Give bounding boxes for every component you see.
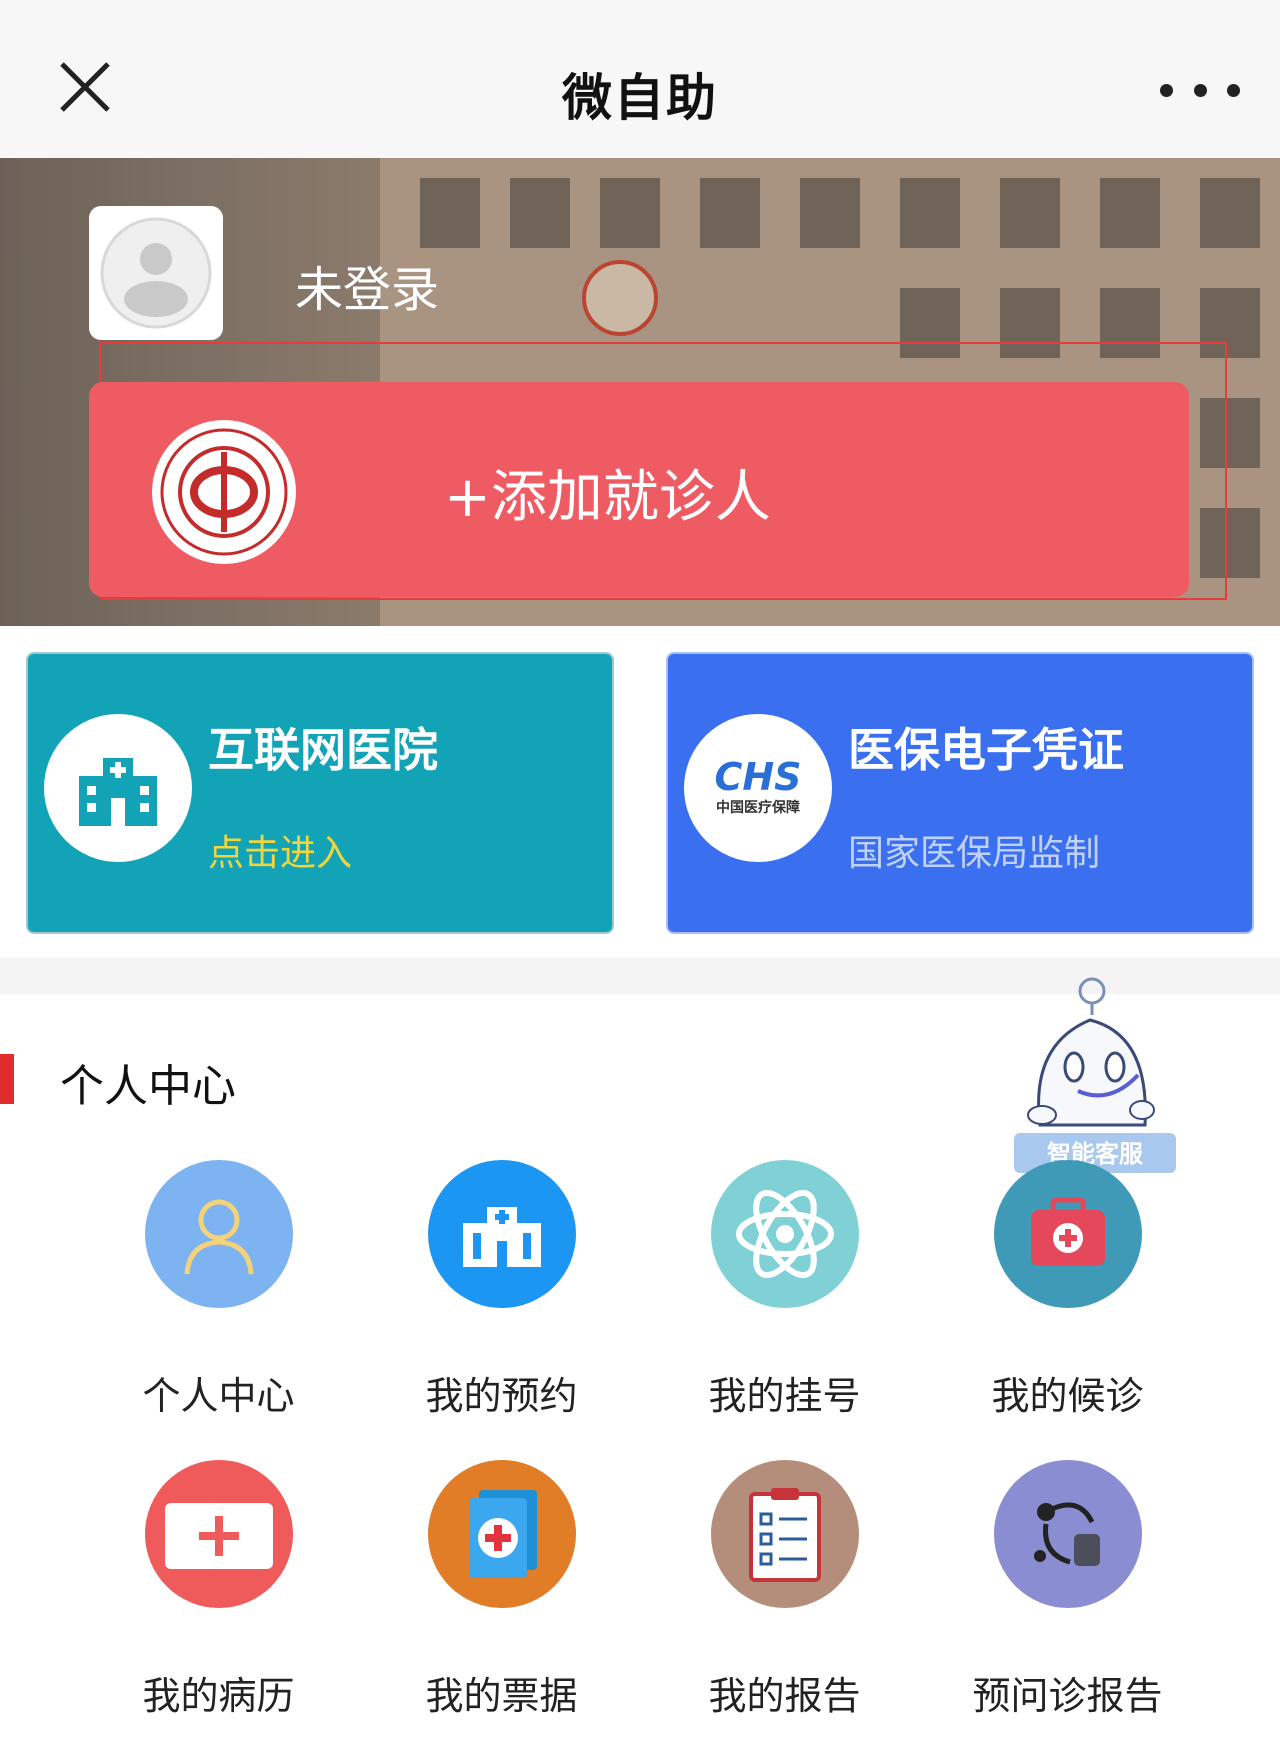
chatbot-mascot-icon: 智能客服 — [1014, 977, 1176, 1173]
medical-insurance-subtitle: 国家医保局监制 — [848, 833, 1101, 874]
grid-item-label: 我的报告 — [708, 1674, 861, 1718]
clipboard-icon — [711, 1460, 859, 1608]
chs-logo-icon: CHS 中国医疗保障 — [684, 714, 832, 862]
hospital-building-icon — [428, 1160, 576, 1308]
grid-item-my-receipts[interactable]: 我的票据 — [360, 1460, 643, 1750]
grid-item-my-reports[interactable]: 我的报告 — [643, 1460, 926, 1750]
more-options-icon[interactable] — [1160, 70, 1240, 110]
grid-item-label: 我的预约 — [425, 1374, 578, 1418]
first-aid-kit-icon — [994, 1160, 1142, 1308]
svg-text:CHS: CHS — [714, 755, 801, 799]
person-icon — [145, 1160, 293, 1308]
internet-hospital-title: 互联网医院 — [208, 723, 438, 777]
grid-item-label: 我的候诊 — [991, 1374, 1144, 1418]
stethoscope-icon — [994, 1460, 1142, 1608]
add-patient-label: +添加就诊人 — [444, 465, 771, 530]
grid-item-my-appointments[interactable]: 我的预约 — [360, 1160, 643, 1450]
section-marker — [0, 1054, 14, 1104]
grid-item-label: 个人中心 — [142, 1374, 295, 1418]
grid-item-my-registration[interactable]: 我的挂号 — [643, 1160, 926, 1450]
smart-customer-service-button[interactable]: 智能客服 — [1010, 975, 1180, 1180]
grid-item-label: 我的票据 — [425, 1674, 578, 1718]
page-title: 微自助 — [562, 69, 718, 127]
grid-item-personal-center[interactable]: 个人中心 — [77, 1160, 360, 1450]
medical-insurance-title: 医保电子凭证 — [848, 723, 1124, 777]
internet-hospital-subtitle: 点击进入 — [208, 833, 353, 874]
avatar[interactable] — [89, 206, 223, 340]
grid-item-label: 预问诊报告 — [972, 1674, 1163, 1718]
medical-card-icon — [145, 1460, 293, 1608]
top-bar: 微自助 — [0, 0, 1280, 159]
medical-insurance-card[interactable]: CHS 中国医疗保障 医保电子凭证 国家医保局监制 — [666, 652, 1254, 934]
hospital-logo-icon — [152, 420, 296, 564]
default-avatar-icon — [100, 217, 212, 329]
internet-hospital-card[interactable]: 互联网医院 点击进入 — [26, 652, 614, 934]
grid-item-label: 我的挂号 — [708, 1374, 861, 1418]
svg-text:中国医疗保障: 中国医疗保障 — [716, 799, 800, 816]
section-title: 个人中心 — [60, 1061, 236, 1112]
grid-item-pre-consultation-report[interactable]: 预问诊报告 — [926, 1460, 1209, 1750]
medical-book-icon — [428, 1460, 576, 1608]
hospital-icon — [44, 714, 192, 862]
grid-item-my-waiting[interactable]: 我的候诊 — [926, 1160, 1209, 1450]
login-status[interactable]: 未登录 — [295, 250, 439, 320]
add-patient-button[interactable]: +添加就诊人 — [89, 382, 1189, 597]
grid-item-label: 我的病历 — [142, 1674, 295, 1718]
hospital-banner: 未登录 +添加就诊人 — [0, 158, 1280, 626]
grid-item-my-medical-records[interactable]: 我的病历 — [77, 1460, 360, 1750]
atom-icon — [711, 1160, 859, 1308]
